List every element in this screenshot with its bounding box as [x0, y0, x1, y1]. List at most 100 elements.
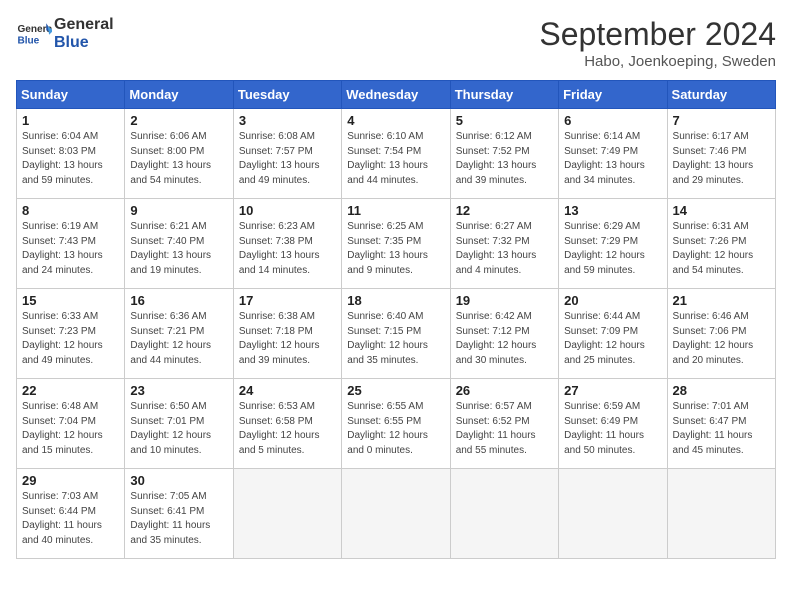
logo-general-text: General — [54, 16, 114, 33]
calendar-day-3: 3Sunrise: 6:08 AMSunset: 7:57 PMDaylight… — [233, 109, 341, 199]
calendar-day-27: 27 Sunrise: 6:59 AMSunset: 6:49 PMDayligh… — [559, 379, 667, 469]
day-info: Sunrise: 6:55 AMSunset: 6:55 PMDaylight:… — [347, 400, 444, 458]
day-number: 24 — [239, 383, 336, 398]
day-number: 22 — [22, 383, 119, 398]
day-info: Sunrise: 6:40 AMSunset: 7:15 PMDaylight:… — [347, 310, 444, 368]
day-number: 21 — [673, 293, 770, 308]
calendar-day-22: 22 Sunrise: 6:48 AMSunset: 7:04 PMDayligh… — [17, 379, 125, 469]
calendar-week-row: 15Sunrise: 6:33 AMSunset: 7:23 PMDayligh… — [17, 289, 776, 379]
calendar-day-15: 15Sunrise: 6:33 AMSunset: 7:23 PMDayligh… — [17, 289, 125, 379]
day-info: Sunrise: 6:23 AMSunset: 7:38 PMDaylight:… — [239, 220, 336, 278]
day-number: 18 — [347, 293, 444, 308]
calendar-table: SundayMondayTuesdayWednesdayThursdayFrid… — [16, 80, 776, 559]
day-info: Sunrise: 6:48 AMSunset: 7:04 PMDaylight:… — [22, 400, 119, 458]
day-number: 14 — [673, 203, 770, 218]
day-number: 6 — [564, 113, 661, 128]
day-info: Sunrise: 6:53 AMSunset: 6:58 PMDaylight:… — [239, 400, 336, 458]
day-number: 11 — [347, 203, 444, 218]
month-title: September 2024 — [539, 16, 776, 53]
calendar-day-empty — [667, 469, 775, 559]
day-info: Sunrise: 7:03 AMSunset: 6:44 PMDaylight:… — [22, 490, 119, 548]
calendar-day-10: 10 Sunrise: 6:23 AMSunset: 7:38 PMDayligh… — [233, 199, 341, 289]
day-info: Sunrise: 6:50 AMSunset: 7:01 PMDaylight:… — [130, 400, 227, 458]
day-number: 13 — [564, 203, 661, 218]
day-info: Sunrise: 6:12 AMSunset: 7:52 PMDaylight:… — [456, 130, 553, 188]
day-info: Sunrise: 6:17 AMSunset: 7:46 PMDaylight:… — [673, 130, 770, 188]
weekday-header-friday: Friday — [559, 81, 667, 109]
day-info: Sunrise: 6:27 AMSunset: 7:32 PMDaylight:… — [456, 220, 553, 278]
day-info: Sunrise: 6:36 AMSunset: 7:21 PMDaylight:… — [130, 310, 227, 368]
svg-text:Blue: Blue — [17, 35, 39, 46]
day-info: Sunrise: 6:38 AMSunset: 7:18 PMDaylight:… — [239, 310, 336, 368]
calendar-day-empty — [342, 469, 450, 559]
title-block: September 2024 Habo, Joenkoeping, Sweden — [539, 16, 776, 70]
day-number: 8 — [22, 203, 119, 218]
calendar-day-16: 16 Sunrise: 6:36 AMSunset: 7:21 PMDayligh… — [125, 289, 233, 379]
calendar-day-empty — [559, 469, 667, 559]
calendar-day-empty — [450, 469, 558, 559]
day-number: 30 — [130, 473, 227, 488]
day-info: Sunrise: 6:42 AMSunset: 7:12 PMDaylight:… — [456, 310, 553, 368]
calendar-week-row: 29 Sunrise: 7:03 AMSunset: 6:44 PMDayligh… — [17, 469, 776, 559]
calendar-day-5: 5 Sunrise: 6:12 AMSunset: 7:52 PMDaylight… — [450, 109, 558, 199]
day-number: 23 — [130, 383, 227, 398]
calendar-day-6: 6 Sunrise: 6:14 AMSunset: 7:49 PMDaylight… — [559, 109, 667, 199]
day-number: 3 — [239, 113, 336, 128]
day-info: Sunrise: 6:31 AMSunset: 7:26 PMDaylight:… — [673, 220, 770, 278]
weekday-header-tuesday: Tuesday — [233, 81, 341, 109]
logo-icon: General Blue — [16, 16, 52, 52]
day-info: Sunrise: 6:25 AMSunset: 7:35 PMDaylight:… — [347, 220, 444, 278]
day-info: Sunrise: 6:29 AMSunset: 7:29 PMDaylight:… — [564, 220, 661, 278]
day-number: 17 — [239, 293, 336, 308]
weekday-header-monday: Monday — [125, 81, 233, 109]
day-number: 5 — [456, 113, 553, 128]
weekday-header-thursday: Thursday — [450, 81, 558, 109]
weekday-header-wednesday: Wednesday — [342, 81, 450, 109]
calendar-day-7: 7 Sunrise: 6:17 AMSunset: 7:46 PMDaylight… — [667, 109, 775, 199]
day-number: 16 — [130, 293, 227, 308]
day-number: 7 — [673, 113, 770, 128]
calendar-day-25: 25 Sunrise: 6:55 AMSunset: 6:55 PMDayligh… — [342, 379, 450, 469]
day-info: Sunrise: 6:04 AMSunset: 8:03 PMDaylight:… — [22, 130, 119, 188]
day-number: 20 — [564, 293, 661, 308]
day-info: Sunrise: 6:14 AMSunset: 7:49 PMDaylight:… — [564, 130, 661, 188]
calendar-day-28: 28Sunrise: 7:01 AMSunset: 6:47 PMDayligh… — [667, 379, 775, 469]
calendar-day-26: 26Sunrise: 6:57 AMSunset: 6:52 PMDayligh… — [450, 379, 558, 469]
calendar-week-row: 1 Sunrise: 6:04 AMSunset: 8:03 PMDaylight… — [17, 109, 776, 199]
day-number: 27 — [564, 383, 661, 398]
day-number: 19 — [456, 293, 553, 308]
logo-blue-text: Blue — [54, 34, 89, 51]
calendar-day-2: 2 Sunrise: 6:06 AMSunset: 8:00 PMDaylight… — [125, 109, 233, 199]
calendar-week-row: 8Sunrise: 6:19 AMSunset: 7:43 PMDaylight… — [17, 199, 776, 289]
weekday-header-row: SundayMondayTuesdayWednesdayThursdayFrid… — [17, 81, 776, 109]
day-info: Sunrise: 6:33 AMSunset: 7:23 PMDaylight:… — [22, 310, 119, 368]
day-info: Sunrise: 6:44 AMSunset: 7:09 PMDaylight:… — [564, 310, 661, 368]
day-number: 10 — [239, 203, 336, 218]
day-info: Sunrise: 6:06 AMSunset: 8:00 PMDaylight:… — [130, 130, 227, 188]
calendar-day-23: 23 Sunrise: 6:50 AMSunset: 7:01 PMDayligh… — [125, 379, 233, 469]
calendar-day-9: 9Sunrise: 6:21 AMSunset: 7:40 PMDaylight… — [125, 199, 233, 289]
day-number: 2 — [130, 113, 227, 128]
day-number: 1 — [22, 113, 119, 128]
day-number: 4 — [347, 113, 444, 128]
day-info: Sunrise: 6:10 AMSunset: 7:54 PMDaylight:… — [347, 130, 444, 188]
day-info: Sunrise: 7:05 AMSunset: 6:41 PMDaylight:… — [130, 490, 227, 548]
calendar-day-19: 19 Sunrise: 6:42 AMSunset: 7:12 PMDayligh… — [450, 289, 558, 379]
calendar-day-empty — [233, 469, 341, 559]
day-number: 25 — [347, 383, 444, 398]
calendar-day-8: 8Sunrise: 6:19 AMSunset: 7:43 PMDaylight… — [17, 199, 125, 289]
day-info: Sunrise: 6:57 AMSunset: 6:52 PMDaylight:… — [456, 400, 553, 458]
day-number: 29 — [22, 473, 119, 488]
calendar-day-1: 1 Sunrise: 6:04 AMSunset: 8:03 PMDaylight… — [17, 109, 125, 199]
logo: General Blue General Blue — [16, 16, 114, 52]
day-info: Sunrise: 6:21 AMSunset: 7:40 PMDaylight:… — [130, 220, 227, 278]
calendar-day-30: 30 Sunrise: 7:05 AMSunset: 6:41 PMDayligh… — [125, 469, 233, 559]
calendar-day-17: 17 Sunrise: 6:38 AMSunset: 7:18 PMDayligh… — [233, 289, 341, 379]
day-info: Sunrise: 6:59 AMSunset: 6:49 PMDaylight:… — [564, 400, 661, 458]
calendar-day-13: 13 Sunrise: 6:29 AMSunset: 7:29 PMDayligh… — [559, 199, 667, 289]
day-number: 12 — [456, 203, 553, 218]
calendar-day-20: 20 Sunrise: 6:44 AMSunset: 7:09 PMDayligh… — [559, 289, 667, 379]
calendar-day-4: 4 Sunrise: 6:10 AMSunset: 7:54 PMDaylight… — [342, 109, 450, 199]
calendar-day-18: 18 Sunrise: 6:40 AMSunset: 7:15 PMDayligh… — [342, 289, 450, 379]
calendar-day-12: 12 Sunrise: 6:27 AMSunset: 7:32 PMDayligh… — [450, 199, 558, 289]
